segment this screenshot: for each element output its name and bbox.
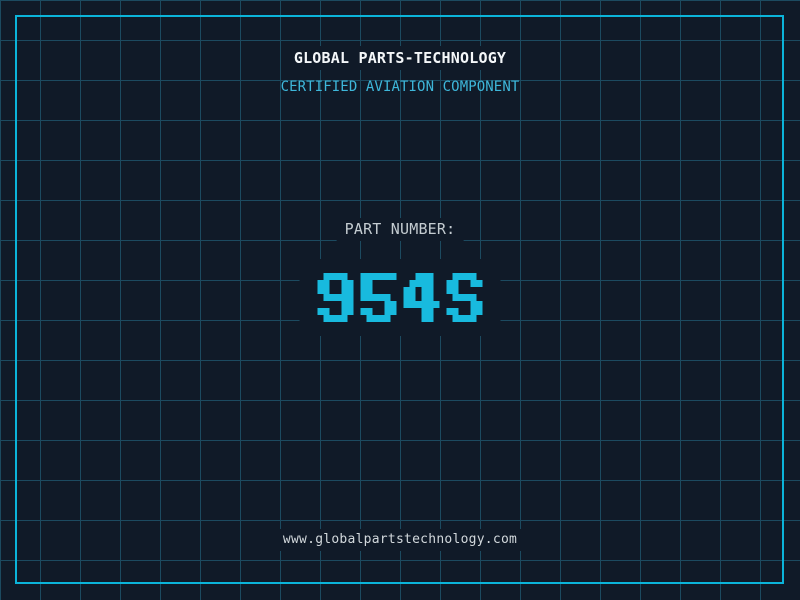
- part-number-label: PART NUMBER:: [336, 218, 464, 241]
- website-url: www.globalpartstechnology.com: [274, 529, 526, 551]
- pixel-digit: [360, 273, 397, 322]
- part-number-value: [299, 259, 501, 336]
- pixel-digit: [317, 273, 354, 322]
- blueprint-screen: GLOBAL PARTS-TECHNOLOGY CERTIFIED AVIATI…: [0, 0, 800, 600]
- part-number-digits: [317, 273, 483, 322]
- certification-subtitle: CERTIFIED AVIATION COMPONENT: [280, 79, 520, 95]
- company-title: GLOBAL PARTS-TECHNOLOGY: [283, 46, 517, 70]
- pixel-digit: [446, 273, 483, 322]
- pixel-digit: [403, 273, 440, 322]
